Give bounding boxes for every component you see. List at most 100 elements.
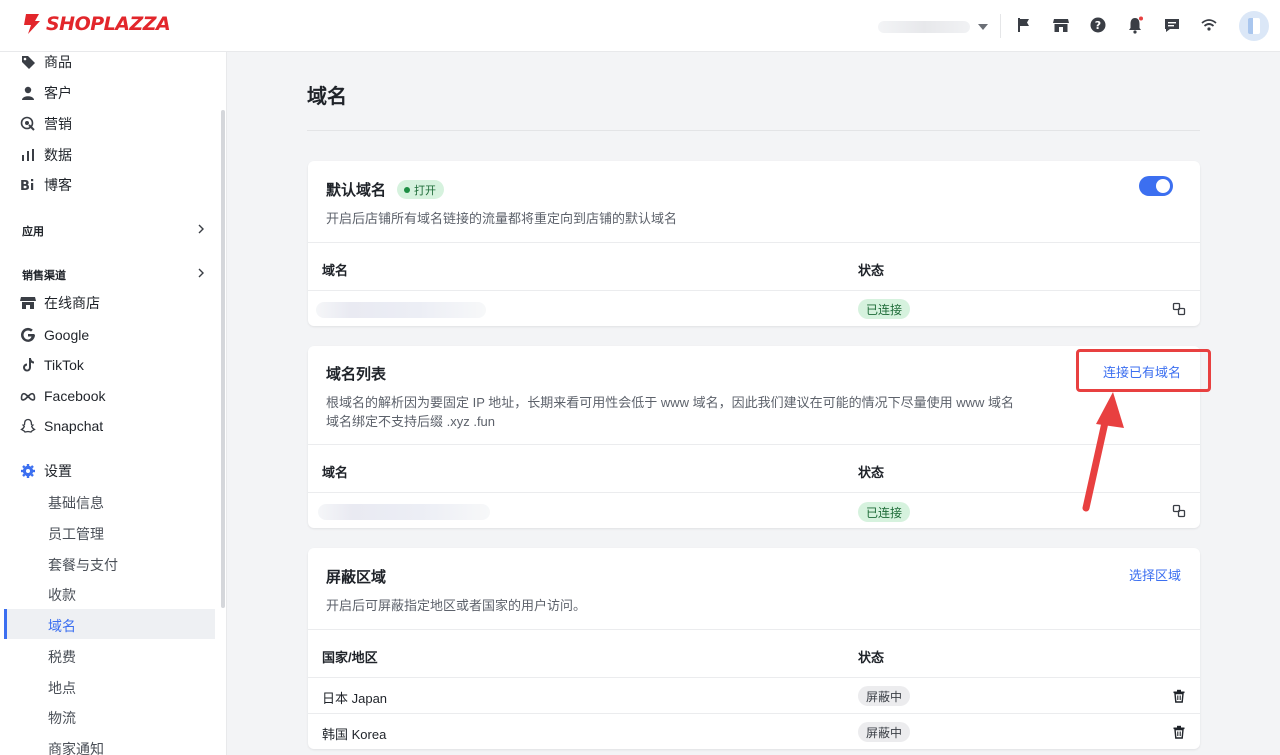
blog-icon: B <box>20 177 36 193</box>
sidebar-sub-domains[interactable]: 域名 <box>48 616 76 636</box>
sidebar-item-settings[interactable]: 设置 <box>20 460 72 482</box>
sidebar-scrollbar[interactable] <box>221 110 225 608</box>
sidebar-item-label: Google <box>44 327 90 343</box>
sidebar-group-channels[interactable]: 销售渠道 <box>22 267 66 283</box>
sidebar-sub-locations[interactable]: 地点 <box>48 678 76 698</box>
domain-settings-icon[interactable] <box>1172 302 1186 316</box>
domain-settings-icon[interactable] <box>1172 504 1186 518</box>
status-badge: 打开 <box>397 180 444 199</box>
sidebar-sub-notifications[interactable]: 商家通知 <box>48 739 104 755</box>
block-region-card: 屏蔽区域 选择区域 开启后可屏蔽指定地区或者国家的用户访问。 国家/地区 状态 … <box>308 548 1200 749</box>
page-title: 域名 <box>307 86 347 108</box>
divider <box>308 242 1200 243</box>
brand-name: SHOPLAZZA <box>46 13 171 35</box>
avatar-icon <box>1248 18 1260 34</box>
domain-list-card: 域名列表 连接已有域名 根域名的解析因为要固定 IP 地址，长期来看可用性会低于… <box>308 346 1200 528</box>
sidebar-item-snapchat[interactable]: Snapchat <box>20 415 103 437</box>
meta-icon <box>20 388 36 404</box>
sidebar-item-analytics[interactable]: 数据 <box>20 144 72 166</box>
region-name: 韩国 Korea <box>322 727 387 742</box>
top-bar: SHOPLAZZA ? <box>0 0 1280 52</box>
card-description: 根域名的解析因为要固定 IP 地址，长期来看可用性会低于 www 域名，因此我们… <box>326 395 1015 410</box>
annotation-arrow-icon <box>1082 392 1124 512</box>
card-description: 开启后可屏蔽指定地区或者国家的用户访问。 <box>326 598 587 613</box>
sidebar-item-label: 设置 <box>44 463 72 479</box>
logo-icon <box>24 14 40 34</box>
sidebar-item-label: TikTok <box>44 357 84 373</box>
sidebar-item-label: 在线商店 <box>44 295 100 311</box>
chevron-right-icon[interactable] <box>196 224 206 234</box>
card-title: 默认域名 <box>326 182 387 199</box>
badge-label: 打开 <box>414 184 436 197</box>
column-header-status: 状态 <box>858 465 885 480</box>
sidebar-sub-shipping[interactable]: 物流 <box>48 708 76 728</box>
sidebar-active-indicator <box>4 609 215 639</box>
shoplazza-logo[interactable]: SHOPLAZZA <box>22 12 171 36</box>
sidebar-sub-basic-info[interactable]: 基础信息 <box>48 493 104 513</box>
chevron-right-icon[interactable] <box>196 268 206 278</box>
store-icon[interactable] <box>1051 15 1071 35</box>
tag-icon <box>20 54 36 70</box>
region-name: 日本 Japan <box>322 691 388 706</box>
sidebar-item-label: 商品 <box>44 54 72 70</box>
user-avatar[interactable] <box>1239 11 1269 41</box>
divider <box>308 629 1200 630</box>
wifi-icon[interactable] <box>1199 15 1219 35</box>
toggle-knob <box>1156 179 1170 193</box>
divider <box>1000 14 1001 38</box>
sidebar-item-google[interactable]: Google <box>20 324 89 346</box>
sidebar-item-marketing[interactable]: 营销 <box>20 113 72 135</box>
sidebar-item-label: 客户 <box>44 85 72 101</box>
divider <box>308 677 1200 678</box>
sidebar-item-online-store[interactable]: 在线商店 <box>20 292 100 314</box>
trash-icon[interactable] <box>1172 689 1186 703</box>
divider <box>308 713 1200 714</box>
divider <box>308 290 1200 291</box>
divider <box>307 130 1200 131</box>
flag-icon[interactable] <box>1014 15 1034 35</box>
default-domain-toggle[interactable] <box>1139 176 1173 196</box>
status-badge: 屏蔽中 <box>858 722 911 742</box>
sidebar-sub-plan-billing[interactable]: 套餐与支付 <box>48 555 118 575</box>
tiktok-icon <box>20 357 36 373</box>
card-description: 开启后店铺所有域名链接的流量都将重定向到店铺的默认域名 <box>326 211 678 226</box>
sidebar-item-facebook[interactable]: Facebook <box>20 385 105 407</box>
highlight-box <box>1076 349 1211 392</box>
store-switcher[interactable] <box>858 16 988 38</box>
column-header-status: 状态 <box>858 263 885 278</box>
card-title: 屏蔽区域 <box>326 569 387 586</box>
sidebar-sub-payments[interactable]: 收款 <box>48 585 76 605</box>
divider <box>308 444 1200 445</box>
sidebar-item-products[interactable]: 商品 <box>20 52 72 73</box>
store-icon <box>20 295 36 311</box>
sidebar-item-label: 数据 <box>44 147 72 163</box>
google-icon <box>20 327 36 343</box>
status-dot-icon <box>404 186 410 193</box>
select-region-link[interactable]: 选择区域 <box>1129 565 1181 584</box>
svg-text:B: B <box>20 179 30 193</box>
sidebar-item-label: 博客 <box>44 177 72 193</box>
default-domain-card: 默认域名 打开 开启后店铺所有域名链接的流量都将重定向到店铺的默认域名 域名 状… <box>308 161 1200 326</box>
card-title: 域名列表 <box>326 366 387 383</box>
trash-icon[interactable] <box>1172 725 1186 739</box>
column-header-domain: 域名 <box>322 465 349 480</box>
bell-icon[interactable] <box>1125 15 1145 35</box>
domain-name-blurred <box>316 302 486 318</box>
sidebar-item-customers[interactable]: 客户 <box>20 82 72 104</box>
status-badge: 已连接 <box>858 502 911 522</box>
message-icon[interactable] <box>1162 15 1182 35</box>
chevron-down-icon <box>978 24 988 30</box>
sidebar-item-tiktok[interactable]: TikTok <box>20 354 84 376</box>
sidebar-group-apps[interactable]: 应用 <box>22 223 44 239</box>
gear-icon <box>20 463 36 479</box>
help-icon[interactable]: ? <box>1088 15 1108 35</box>
sidebar-item-blog[interactable]: B 博客 <box>20 174 72 196</box>
divider <box>308 492 1200 493</box>
sidebar-sub-staff[interactable]: 员工管理 <box>48 524 104 544</box>
domain-name-blurred <box>318 504 490 520</box>
sidebar-sub-taxes[interactable]: 税费 <box>48 647 76 667</box>
sidebar-item-label: Facebook <box>44 388 106 404</box>
status-badge: 已连接 <box>858 299 911 319</box>
sidebar: 商品 客户 营销 数据 B 博客 应用 销售渠道 在线商店 Google Tik… <box>0 52 227 755</box>
snapchat-icon <box>20 418 36 434</box>
